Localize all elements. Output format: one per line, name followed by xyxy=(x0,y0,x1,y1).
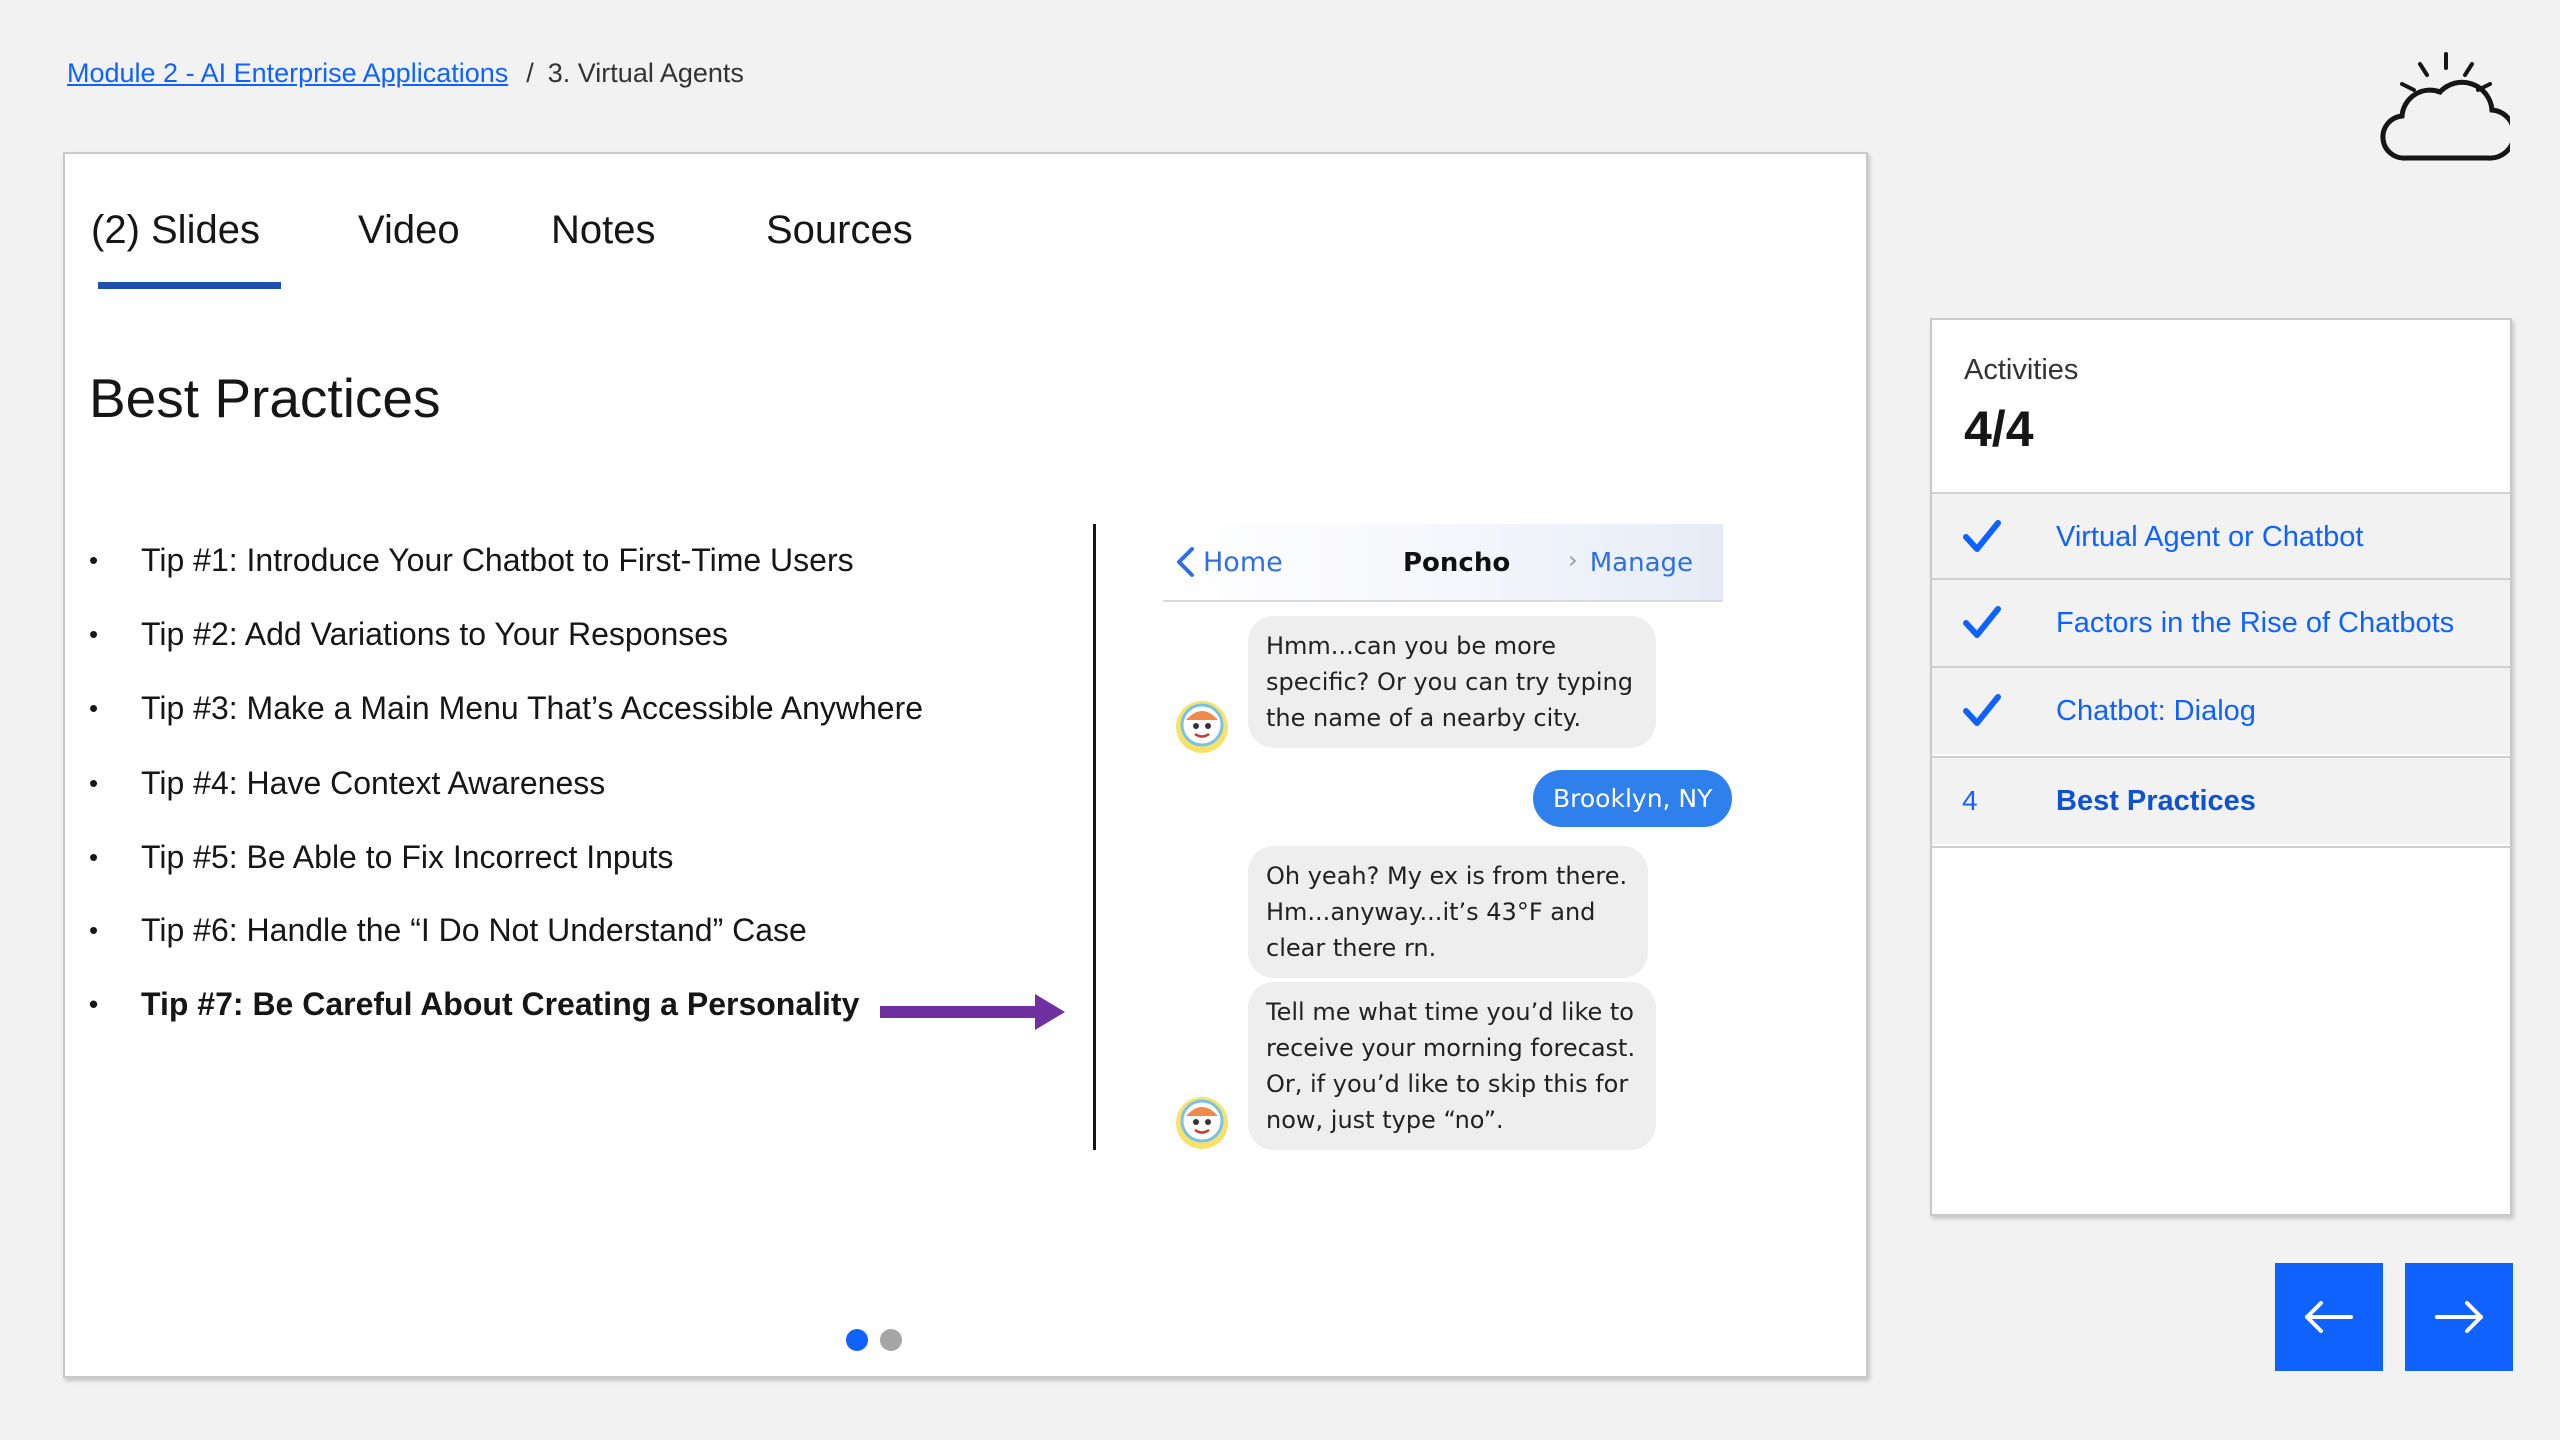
pointer-arrow-icon xyxy=(880,992,1065,1032)
tip-item: • Tip #6: Handle the “I Do Not Understand… xyxy=(89,912,807,949)
chat-bubble-user: Brooklyn, NY xyxy=(1533,770,1733,827)
next-button[interactable] xyxy=(2405,1263,2513,1371)
checkmark-icon xyxy=(1963,520,2001,552)
chat-manage: Manage xyxy=(1589,548,1693,578)
content-card: (2) Slides Video Notes Sources Best Prac… xyxy=(63,152,1868,1378)
activities-divider xyxy=(1932,846,2510,848)
bullet-icon: • xyxy=(89,619,99,649)
bullet-icon: • xyxy=(89,989,99,1019)
previous-button[interactable] xyxy=(2275,1263,2383,1371)
vertical-divider xyxy=(1093,524,1096,1150)
bullet-icon: • xyxy=(89,693,99,723)
chevron-right-icon: › xyxy=(1568,546,1578,574)
activities-label: Activities xyxy=(1964,354,2079,386)
chevron-left-icon xyxy=(1177,547,1194,577)
tab-slides[interactable]: (2) Slides xyxy=(91,208,260,253)
tip-item-highlighted: • Tip #7: Be Careful About Creating a Per… xyxy=(89,986,859,1023)
slide-pagination xyxy=(846,1329,902,1351)
arrow-right-icon xyxy=(2435,1301,2483,1333)
chat-back: Home xyxy=(1175,546,1283,578)
active-tab-indicator xyxy=(98,282,281,289)
tip-text: Tip #3: Make a Main Menu That’s Accessib… xyxy=(141,690,924,726)
sun-cloud-icon xyxy=(2380,50,2517,170)
pagination-dot-1[interactable] xyxy=(846,1329,868,1351)
tip-item: • Tip #3: Make a Main Menu That’s Accessi… xyxy=(89,690,923,727)
tip-text: Tip #5: Be Able to Fix Incorrect Inputs xyxy=(141,839,674,875)
bullet-icon: • xyxy=(89,768,99,798)
chat-contact-name: Poncho xyxy=(1403,548,1511,578)
bullet-icon: • xyxy=(89,915,99,945)
checkmark-icon xyxy=(1963,606,2001,638)
activity-item-virtual-agent[interactable]: Virtual Agent or Chatbot xyxy=(1932,492,2510,580)
pagination-dot-2[interactable] xyxy=(880,1329,902,1351)
tab-notes[interactable]: Notes xyxy=(551,208,656,253)
tip-text: Tip #1: Introduce Your Chatbot to First-… xyxy=(141,542,854,578)
tip-item: • Tip #5: Be Able to Fix Incorrect Inputs xyxy=(89,839,673,876)
chat-bubble-bot: Tell me what time you’d like to receive … xyxy=(1248,982,1656,1150)
activity-label: Virtual Agent or Chatbot xyxy=(2056,520,2364,553)
bullet-icon: • xyxy=(89,545,99,575)
breadcrumb-separator: / xyxy=(526,58,534,88)
tip-item: • Tip #4: Have Context Awareness xyxy=(89,765,605,802)
activity-label: Factors in the Rise of Chatbots xyxy=(2056,606,2455,639)
activities-panel: Activities 4/4 Virtual Agent or Chatbot … xyxy=(1930,318,2512,1216)
bullet-icon: • xyxy=(89,842,99,872)
bot-avatar-icon xyxy=(1176,701,1228,753)
activity-item-best-practices[interactable]: 4 Best Practices xyxy=(1932,756,2510,844)
breadcrumb-module-link[interactable]: Module 2 - AI Enterprise Applications xyxy=(67,58,508,89)
tip-text: Tip #6: Handle the “I Do Not Understand”… xyxy=(141,912,807,948)
tip-text: Tip #7: Be Careful About Creating a Pers… xyxy=(141,986,860,1022)
tip-text: Tip #2: Add Variations to Your Responses xyxy=(141,616,729,652)
chat-back-label: Home xyxy=(1203,546,1283,578)
tip-item: • Tip #1: Introduce Your Chatbot to First… xyxy=(89,542,854,579)
chat-bubble-bot: Hmm...can you be more specific? Or you c… xyxy=(1248,616,1656,748)
arrow-left-icon xyxy=(2305,1301,2353,1333)
activity-label: Chatbot: Dialog xyxy=(2056,694,2256,727)
activity-item-factors[interactable]: Factors in the Rise of Chatbots xyxy=(1932,578,2510,666)
bot-avatar-icon xyxy=(1176,1097,1228,1149)
activities-count: 4/4 xyxy=(1964,401,2034,457)
chat-screenshot: Home Poncho › Manage Hmm...can you be mo… xyxy=(1163,524,1733,1164)
chat-header: Home Poncho › Manage xyxy=(1163,524,1723,602)
tip-text: Tip #4: Have Context Awareness xyxy=(141,765,606,801)
tab-video[interactable]: Video xyxy=(358,208,460,253)
tab-sources[interactable]: Sources xyxy=(766,208,913,253)
activity-number: 4 xyxy=(1962,785,1978,816)
slide-title: Best Practices xyxy=(89,367,441,429)
breadcrumb: Module 2 - AI Enterprise Applications / … xyxy=(67,58,744,89)
tip-item: • Tip #2: Add Variations to Your Response… xyxy=(89,616,728,653)
activity-label: Best Practices xyxy=(2056,784,2256,817)
chat-bubble-bot: Oh yeah? My ex is from there. Hm...anywa… xyxy=(1248,846,1648,978)
activity-item-dialog[interactable]: Chatbot: Dialog xyxy=(1932,666,2510,754)
checkmark-icon xyxy=(1963,694,2001,726)
breadcrumb-current: 3. Virtual Agents xyxy=(547,58,744,88)
